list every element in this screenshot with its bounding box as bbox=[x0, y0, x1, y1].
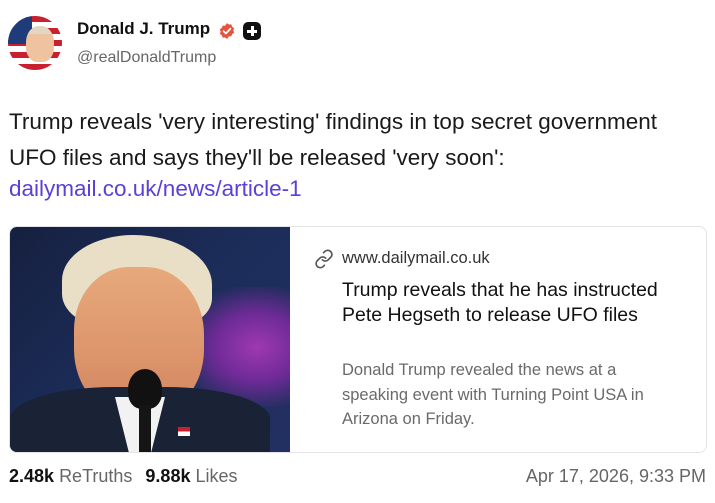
retruths-label: ReTruths bbox=[59, 466, 133, 486]
verified-badge-icon bbox=[219, 23, 235, 39]
engagement-stats: 2.48k ReTruths 9.88k Likes bbox=[9, 466, 238, 487]
likes-stat[interactable]: 9.88k Likes bbox=[145, 466, 237, 486]
post-timestamp[interactable]: Apr 17, 2026, 9:33 PM bbox=[526, 466, 706, 487]
flag-pin bbox=[178, 427, 190, 436]
card-thumbnail bbox=[10, 227, 290, 452]
retruths-count: 2.48k bbox=[9, 466, 55, 486]
card-title[interactable]: Trump reveals that he has instructed Pet… bbox=[342, 278, 692, 328]
author-display-name[interactable]: Donald J. Trump bbox=[77, 19, 210, 39]
retruths-stat[interactable]: 2.48k ReTruths bbox=[9, 466, 132, 486]
card-description: Donald Trump revealed the news at a spea… bbox=[342, 361, 644, 428]
card-domain: www.dailymail.co.uk bbox=[342, 249, 490, 267]
microphone-stand bbox=[139, 405, 151, 452]
avatar[interactable] bbox=[8, 16, 62, 70]
post-text: Trump reveals 'very interesting' finding… bbox=[9, 109, 658, 170]
avatar-face bbox=[26, 26, 54, 62]
author-handle[interactable]: @realDonaldTrump bbox=[77, 49, 216, 67]
post-link[interactable]: dailymail.co.uk/news/article-1 bbox=[9, 174, 302, 204]
link-preview-card[interactable]: www.dailymail.co.uk Trump reveals that h… bbox=[9, 226, 707, 453]
link-icon bbox=[315, 249, 333, 269]
microphone bbox=[128, 369, 162, 409]
likes-label: Likes bbox=[195, 466, 238, 486]
likes-count: 9.88k bbox=[145, 466, 191, 486]
truth-post: Donald J. Trump @realDonaldTrump Trump r… bbox=[0, 0, 715, 503]
plus-badge-icon bbox=[243, 22, 261, 40]
card-body: www.dailymail.co.uk Trump reveals that h… bbox=[314, 227, 694, 452]
